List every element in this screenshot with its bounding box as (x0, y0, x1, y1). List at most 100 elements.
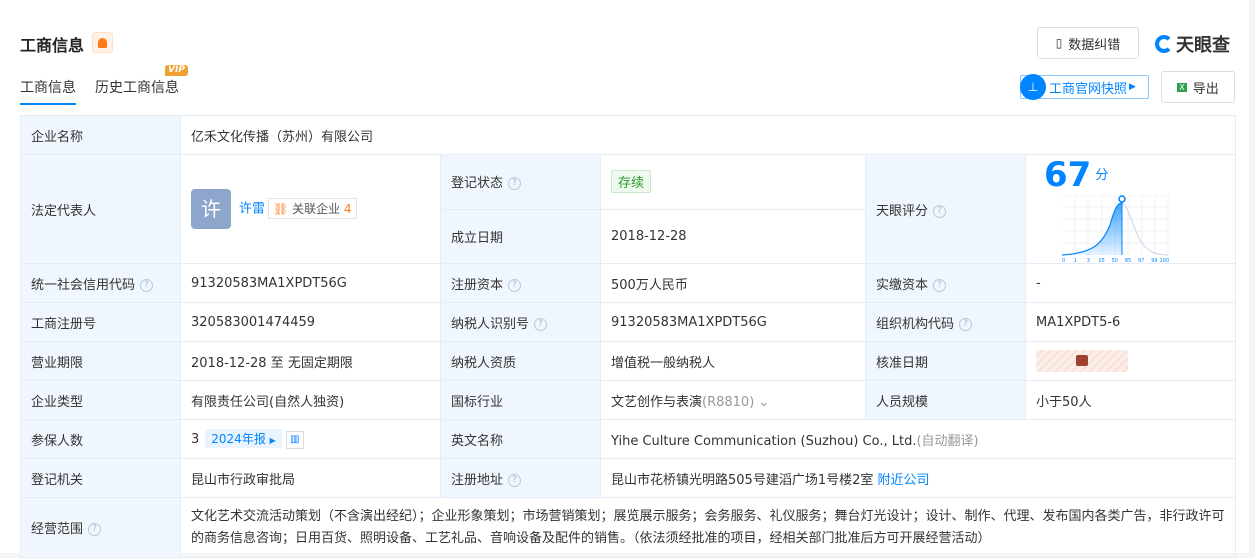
score-tick-label: 1 (1074, 258, 1077, 263)
found-date: 2018-12-28 (600, 208, 866, 264)
vip-badge: VIP (165, 65, 188, 76)
credit-label: 统一社会信用代码 (31, 277, 136, 293)
insured-count: 3 (191, 432, 200, 448)
industry-cell[interactable]: 文艺创作与表演(R8810) ⌄ (600, 380, 866, 420)
credit-code: 91320583MA1XPDT56G (180, 263, 441, 303)
company-type: 有限责任公司(自然人独资) (180, 380, 441, 420)
status-label-cell: 登记状态? (440, 154, 601, 210)
score-tick-label: 15 (1098, 258, 1104, 263)
business-info-table: 企业名称 亿禾文化传播（苏州）有限公司 法定代表人 许许雷 ⛓ 关联企业 4 登记状… (20, 115, 1237, 558)
section-title: 工商信息 (20, 36, 85, 55)
staff-size: 小于50人 (1024, 380, 1237, 420)
org-label: 组织机构代码 (876, 316, 955, 332)
auto-translate-note: (自动翻译) (916, 433, 979, 449)
regno-label: 工商注册号 (20, 302, 181, 342)
export-button[interactable]: X 导出 (1161, 71, 1235, 103)
authority: 昆山市行政审批局 (180, 458, 441, 498)
score-tick-label: 99 (1151, 258, 1157, 263)
score-tick-label: 3 (1087, 258, 1090, 263)
legal-rep-link[interactable]: 许雷 (239, 202, 265, 217)
business-scope: 文化艺术交流活动策划（不含演出经纪）；企业形象策划；市场营销策划；展览展示服务；… (179, 497, 1237, 558)
term: 2018-12-28 至 无固定期限 (180, 341, 441, 381)
authority-label: 登记机关 (20, 458, 181, 498)
help-icon[interactable]: ? (508, 473, 522, 487)
paid-label: 实缴资本 (876, 277, 929, 293)
nearby-companies-link[interactable]: 附近公司 (878, 473, 930, 488)
help-icon[interactable]: ? (508, 177, 522, 191)
score-cell[interactable]: 67 分 0 1 3 15 50 85 97 99 100 (1024, 154, 1237, 264)
help-icon[interactable]: ? (534, 317, 548, 331)
type-label: 企业类型 (20, 380, 181, 420)
locked-field[interactable] (1036, 350, 1128, 372)
lock-icon (1076, 355, 1088, 366)
excel-icon: X (1177, 82, 1187, 92)
paid-label-cell: 实缴资本? (865, 263, 1026, 303)
snapshot-label: 工商官网快照 (1049, 81, 1128, 97)
score-tick-label: 85 (1125, 258, 1131, 263)
taxq: 增值税一般纳税人 (600, 341, 866, 381)
business-info-card: 工商信息 工商信息 历史工商信息 VIP ▯ 数据纠错 天眼查 ⊥ 工商官网快照 ▶ … (0, 0, 1249, 558)
tab-history-business-info[interactable]: 历史工商信息 (95, 77, 179, 97)
paid-capital: - (1024, 263, 1237, 303)
term-label: 营业期限 (20, 341, 181, 381)
avatar[interactable]: 许 (191, 189, 231, 229)
insured-label: 参保人数 (20, 419, 181, 459)
taxq-label: 纳税人资质 (440, 341, 601, 381)
annual-report-button[interactable]: 2024年报 ▶ (205, 429, 282, 449)
scope-label: 经营范围 (31, 522, 84, 537)
name-label: 企业名称 (20, 115, 181, 155)
taxid-label: 纳税人识别号 (451, 316, 530, 332)
document-icon: ▯ (1055, 36, 1063, 50)
score-tick-label: 50 (1112, 258, 1118, 263)
snapshot-button[interactable]: ⊥ 工商官网快照 ▶ (1020, 74, 1149, 100)
status-label: 登记状态 (451, 176, 504, 192)
help-icon[interactable]: ? (88, 523, 102, 536)
help-icon[interactable]: ? (959, 317, 973, 331)
industry-code: (R8810) (702, 394, 755, 410)
chart-icon[interactable]: ▥ (285, 430, 304, 449)
address-label: 注册地址 (451, 472, 504, 488)
caret-right-icon: ▶ (269, 436, 276, 446)
score-label: 天眼评分 (876, 203, 929, 219)
score-unit: 分 (1095, 167, 1109, 183)
export-label: 导出 (1192, 81, 1219, 97)
en-label: 英文名称 (440, 419, 601, 459)
insured-cell: 3 2024年报 ▶ ▥ (180, 419, 441, 459)
en-cell: Yihe Culture Communication (Suzhou) Co.,… (599, 419, 1237, 459)
logo-text: 天眼查 (1176, 35, 1230, 56)
caret-right-icon: ▶ (1129, 82, 1136, 92)
industry-label: 国标行业 (440, 380, 601, 420)
chevron-down-icon[interactable]: ⌄ (758, 395, 769, 410)
english-name: Yihe Culture Communication (Suzhou) Co.,… (611, 433, 917, 449)
score-value: 67 (1044, 155, 1092, 195)
data-correction-label: 数据纠错 (1068, 37, 1121, 53)
scope-label-cell: 经营范围? (20, 497, 181, 558)
tianyancha-logo: 天眼查 (1155, 31, 1230, 57)
tab-business-info[interactable]: 工商信息 (20, 77, 76, 105)
legal-rep-cell: 许许雷 ⛓ 关联企业 4 (180, 154, 441, 264)
help-icon[interactable]: ? (140, 278, 154, 292)
help-icon[interactable]: ? (933, 204, 947, 218)
bell-icon[interactable] (92, 32, 113, 53)
network-icon: ⛓ (273, 201, 289, 216)
stamp-icon: ⊥ (1020, 74, 1046, 100)
related-companies-button[interactable]: ⛓ 关联企业 4 (268, 197, 357, 219)
approve-label: 核准日期 (865, 341, 1026, 381)
help-icon[interactable]: ? (933, 278, 947, 292)
company-name: 亿禾文化传播（苏州）有限公司 (179, 115, 1237, 155)
data-correction-button[interactable]: ▯ 数据纠错 (1037, 27, 1139, 59)
related-label: 关联企业 (292, 201, 341, 216)
address-cell: 昆山市花桥镇光明路505号建滔广场1号楼2室 附近公司 (599, 458, 1237, 498)
address-label-cell: 注册地址? (440, 458, 601, 498)
score-tick-label: 97 (1138, 258, 1144, 263)
capital-label: 注册资本 (451, 277, 504, 293)
staff-label: 人员规模 (865, 380, 1026, 420)
score-distribution-chart: 0 1 3 15 50 85 97 99 100 (1061, 194, 1169, 264)
found-label: 成立日期 (440, 208, 601, 264)
logo-icon (1155, 35, 1173, 53)
annual-report-label: 2024年报 (211, 432, 266, 447)
status-cell: 存续 (600, 154, 866, 210)
help-icon[interactable]: ? (508, 278, 522, 292)
industry: 文艺创作与表演 (611, 394, 703, 410)
score-marker (1118, 195, 1126, 203)
